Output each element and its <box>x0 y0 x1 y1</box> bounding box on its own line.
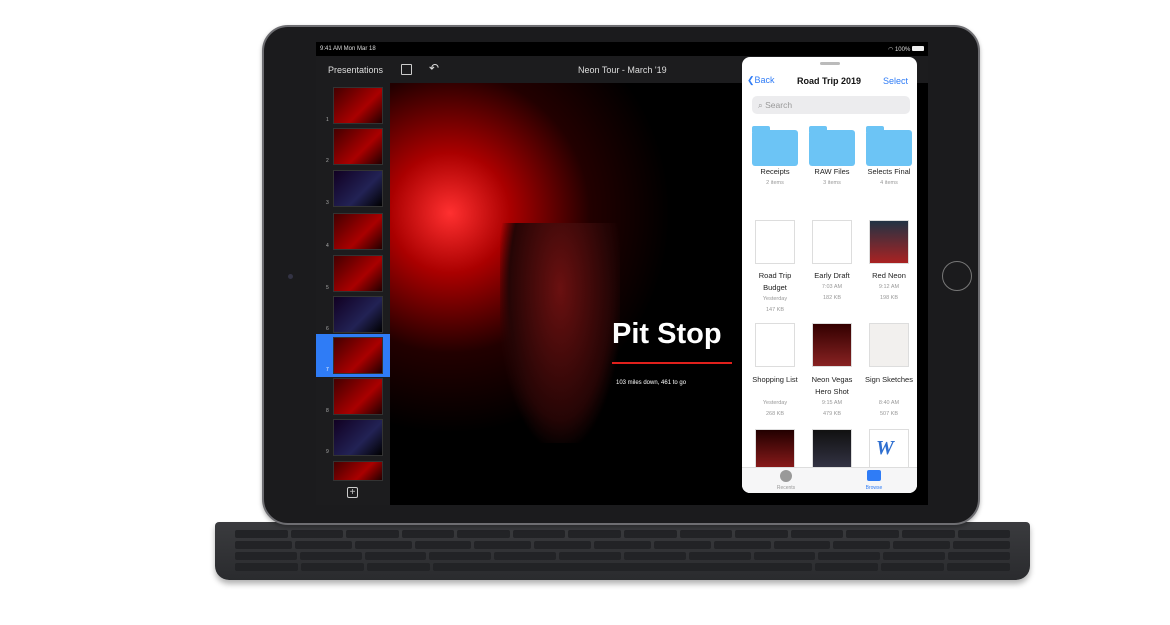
slide-thumbnail[interactable] <box>333 461 383 481</box>
folder-icon[interactable] <box>752 126 798 166</box>
presentations-button[interactable]: Presentations <box>328 65 383 75</box>
slide-number: 1 <box>326 117 329 123</box>
select-button[interactable]: Select <box>883 76 908 86</box>
grabber-handle[interactable] <box>820 62 840 65</box>
folder-name[interactable]: Receipts <box>746 166 804 178</box>
slide-thumbnail[interactable] <box>333 255 383 292</box>
folder-icon <box>867 470 881 481</box>
slide-number: 5 <box>326 285 329 291</box>
slide-thumbnail[interactable] <box>333 378 383 415</box>
slide-title[interactable]: Pit Stop <box>612 318 722 351</box>
slide-thumbnail[interactable] <box>333 170 383 207</box>
front-camera <box>288 274 293 279</box>
wifi-icon: ◠ <box>888 47 895 53</box>
file-meta: 7:03 AM <box>821 284 843 290</box>
file-meta: 8:40 AM <box>878 400 900 406</box>
file-meta: 268 KB <box>765 411 785 417</box>
file-name[interactable]: Shopping List <box>746 374 804 386</box>
file-meta: 507 KB <box>879 411 899 417</box>
folder-icon[interactable] <box>866 126 912 166</box>
battery-icon <box>912 46 924 51</box>
slide-subtitle[interactable]: 103 miles down, 461 to go <box>616 380 686 386</box>
file-meta: 9:15 AM <box>821 400 843 406</box>
slide-navigator-icon[interactable] <box>401 64 412 75</box>
document-title: Neon Tour - March '19 <box>578 65 667 75</box>
file-thumbnail[interactable] <box>755 429 795 469</box>
slide-number: 7 <box>326 367 329 373</box>
title-underline <box>612 362 732 364</box>
folder-icon[interactable] <box>809 126 855 166</box>
slide-thumbnail[interactable] <box>333 87 383 124</box>
slide-number: 4 <box>326 243 329 249</box>
status-time: 9:41 AM Mon Mar 18 <box>320 46 376 52</box>
back-button[interactable]: ❮Back <box>747 75 775 86</box>
tab-recents[interactable]: Recents <box>766 470 806 491</box>
slide-thumbnail[interactable] <box>333 213 383 250</box>
file-thumbnail[interactable] <box>755 323 795 367</box>
search-field[interactable]: ⌕ Search <box>752 96 910 114</box>
undo-icon[interactable]: ↶ <box>429 61 439 75</box>
folder-title: Road Trip 2019 <box>797 76 862 86</box>
status-bar: 9:41 AM Mon Mar 18 ◠ 100% <box>316 42 928 56</box>
file-meta: 198 KB <box>879 295 899 301</box>
file-thumbnail[interactable] <box>755 220 795 264</box>
file-thumbnail[interactable] <box>812 220 852 264</box>
file-name[interactable]: Road Trip Budget <box>746 270 804 294</box>
file-meta: 479 KB <box>822 411 842 417</box>
slide-thumbnail[interactable] <box>333 128 383 165</box>
file-meta: 182 KB <box>822 295 842 301</box>
file-meta: 147 KB <box>765 307 785 313</box>
tab-bar: Recents Browse <box>742 467 917 493</box>
battery-level: 100% <box>894 47 911 53</box>
slide-photo <box>500 223 620 443</box>
folder-name[interactable]: Selects Final <box>860 166 917 178</box>
file-name[interactable]: Neon Vegas Hero Shot <box>803 374 861 398</box>
file-thumbnail[interactable] <box>812 323 852 367</box>
word-icon: W <box>876 437 894 459</box>
folder-name[interactable]: RAW Files <box>803 166 861 178</box>
folder-item-count: 4 items <box>880 180 898 186</box>
file-meta: Yesterday <box>762 400 788 406</box>
file-name[interactable]: Early Draft <box>803 270 861 282</box>
slide-thumbnail[interactable] <box>333 337 383 374</box>
folder-item-count: 3 items <box>823 180 841 186</box>
smart-keyboard <box>215 522 1030 580</box>
slide-number: 6 <box>326 326 329 332</box>
home-button[interactable] <box>942 261 972 291</box>
tab-browse[interactable]: Browse <box>854 470 894 491</box>
files-slide-over: ❮Back Road Trip 2019 Select ⌕ Search Rec… <box>742 57 917 493</box>
slide-number: 3 <box>326 200 329 206</box>
file-thumbnail[interactable] <box>869 323 909 367</box>
file-name[interactable]: Sign Sketches <box>860 374 917 386</box>
slide-number: 9 <box>326 449 329 455</box>
slide-navigator: 1 2 3 4 5 6 7 8 9 + <box>316 83 390 505</box>
clock-icon <box>780 470 792 482</box>
chevron-left-icon: ❮ <box>747 75 755 85</box>
slide-thumbnail[interactable] <box>333 419 383 456</box>
file-name[interactable]: Red Neon <box>860 270 917 282</box>
file-thumbnail[interactable] <box>812 429 852 469</box>
slide-number: 8 <box>326 408 329 414</box>
folder-item-count: 2 items <box>766 180 784 186</box>
slide-thumbnail[interactable] <box>333 296 383 333</box>
add-slide-button[interactable]: + <box>347 487 358 498</box>
file-thumbnail[interactable] <box>869 220 909 264</box>
file-meta: Yesterday <box>762 296 788 302</box>
file-meta: 9:12 AM <box>878 284 900 290</box>
slide-number: 2 <box>326 158 329 164</box>
